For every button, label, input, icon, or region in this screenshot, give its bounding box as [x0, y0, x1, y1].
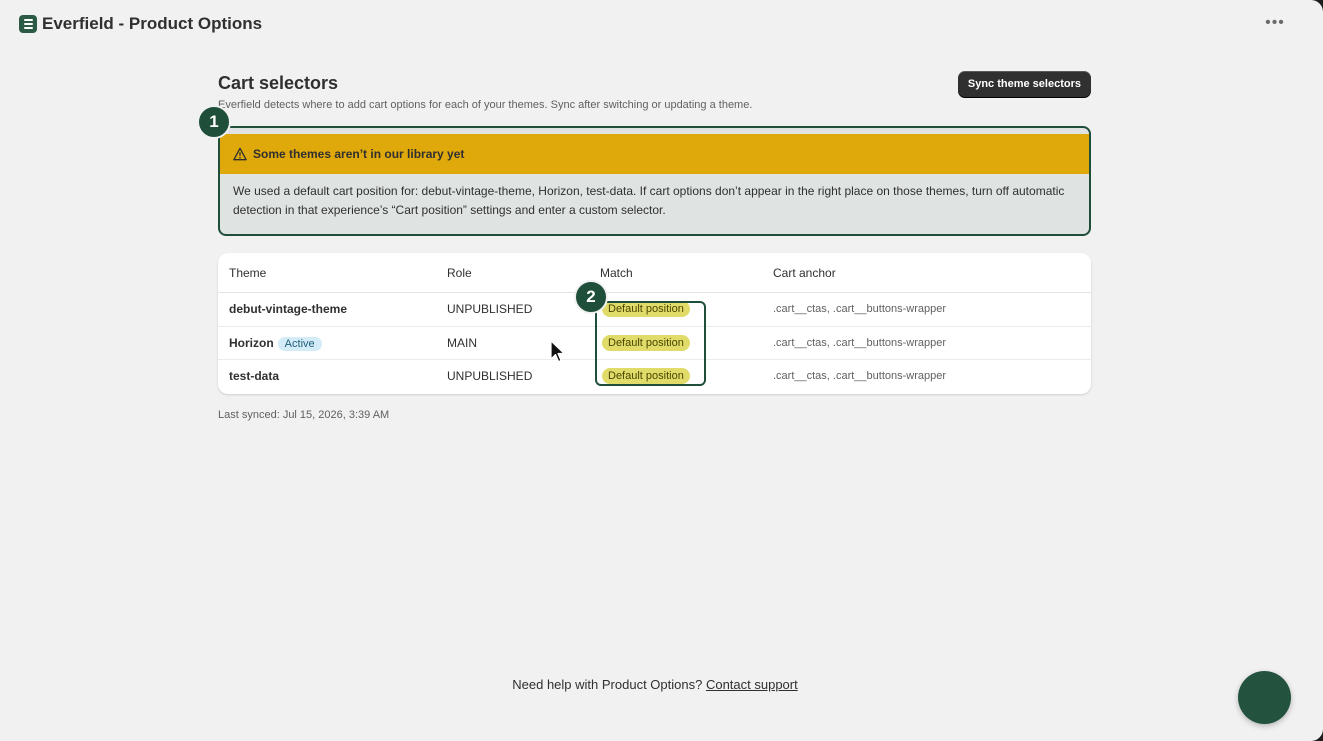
help-text: Need help with Product Options? [512, 677, 703, 692]
theme-role: MAIN [447, 335, 477, 350]
header-theme: Theme [229, 266, 267, 280]
chat-launcher-button[interactable] [1238, 671, 1291, 724]
more-options-icon[interactable]: ••• [1265, 14, 1285, 34]
theme-role: UNPUBLISHED [447, 302, 533, 316]
step-marker: 1 [197, 105, 231, 139]
top-bar: Everfield - Product Options ••• [0, 0, 1323, 48]
match-column-highlight [595, 301, 706, 386]
header-role: Role [447, 266, 472, 280]
active-badge: Active [277, 336, 322, 351]
banner-title: Some themes aren’t in our library yet [253, 147, 465, 161]
table-header: Theme Role Match Cart anchor [218, 253, 1091, 293]
help-footer: Need help with Product Options? Contact … [0, 677, 1310, 692]
app-title: Everfield - Product Options [42, 14, 263, 33]
theme-name: debut-vintage-theme [229, 302, 348, 316]
mouse-cursor-icon [550, 340, 565, 363]
page-title: Cart selectors [218, 73, 339, 93]
contact-support-link[interactable]: Contact support [706, 677, 798, 692]
header-cart-anchor: Cart anchor [773, 266, 836, 280]
cart-anchor: .cart__ctas, .cart__buttons-wrapper [773, 336, 947, 349]
theme-name: Horizon Active [229, 336, 322, 351]
warning-banner: Some themes aren’t in our library yet We… [218, 126, 1091, 236]
app-window: Everfield - Product Options ••• Cart sel… [0, 0, 1323, 741]
page-subtitle: Everfield detects where to add cart opti… [218, 99, 753, 111]
theme-name: test-data [229, 369, 280, 383]
warning-icon [233, 147, 247, 161]
header-match: Match [600, 266, 633, 280]
step-marker: 2 [574, 280, 608, 314]
cart-anchor: .cart__ctas, .cart__buttons-wrapper [773, 370, 947, 382]
cart-anchor: .cart__ctas, .cart__buttons-wrapper [773, 303, 947, 315]
theme-role: UNPUBLISHED [447, 369, 533, 383]
banner-body: We used a default cart position for: deb… [233, 184, 1065, 217]
app-logo-icon [19, 15, 37, 33]
banner-header: Some themes aren’t in our library yet [220, 134, 1089, 174]
sync-theme-selectors-button[interactable]: Sync theme selectors [957, 71, 1091, 97]
last-synced-text: Last synced: Jul 15, 2026, 3:39 AM [218, 409, 390, 421]
